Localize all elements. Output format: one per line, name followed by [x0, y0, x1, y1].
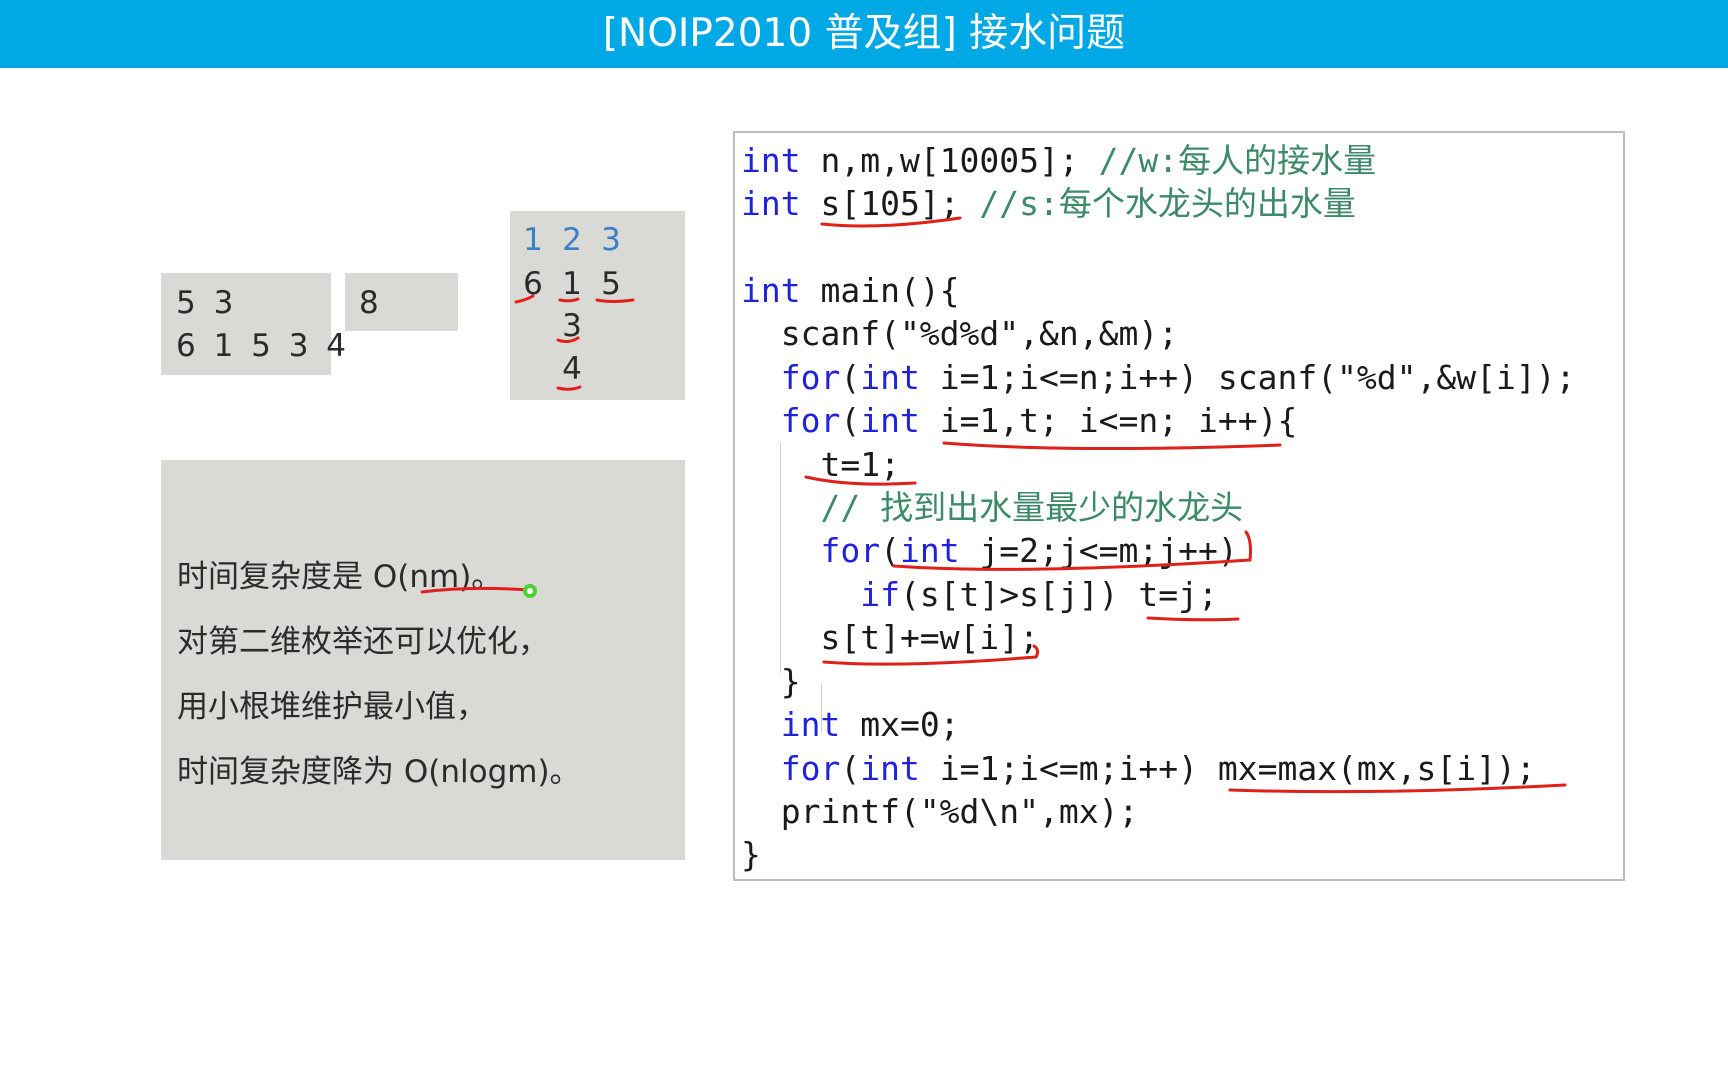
page-title: [NOIP2010 普及组] 接水问题 — [602, 11, 1126, 56]
code-panel: int n,m,w[10005]; //w:每人的接水量 int s[105];… — [733, 131, 1625, 881]
note-line-2: 对第二维枚举还可以优化， — [177, 624, 549, 660]
code-line-16: printf("%d\n",mx); — [741, 792, 1139, 831]
code-line-14: int mx=0; — [741, 705, 960, 744]
code-line-15: for(int i=1;i<=m;i++) mx=max(mx,s[i]); — [741, 749, 1536, 788]
tap-2-load-2: 3 — [562, 308, 582, 344]
code-line-2: int s[105]; //s:每个水龙头的出水量 — [741, 184, 1356, 223]
tap-header-1: 1 — [523, 222, 543, 258]
tap-header-3: 3 — [601, 222, 621, 258]
code-line-13: } — [741, 662, 801, 701]
tap-header-2: 2 — [562, 222, 582, 258]
note-line-1: 时间复杂度是 O(nm)。 — [177, 559, 503, 595]
note-line-4: 时间复杂度降为 O(nlogm)。 — [177, 754, 581, 790]
code-line-8: t=1; — [741, 445, 900, 484]
code-line-11: if(s[t]>s[j]) t=j; — [741, 575, 1218, 614]
sample-input-line-2: 6 1 5 3 4 — [176, 328, 351, 364]
note-line-3: 用小根堆维护最小值， — [177, 689, 487, 725]
tap-2-load: 1 — [562, 266, 582, 302]
tap-3-load: 5 — [601, 266, 621, 302]
tap-2-load-3: 4 — [562, 351, 582, 387]
title-bar: [NOIP2010 普及组] 接水问题 — [0, 0, 1728, 68]
code-line-17: } — [741, 835, 761, 874]
code-line-12: s[t]+=w[i]; — [741, 618, 1040, 657]
code-line-7: for(int i=1,t; i<=n; i++){ — [741, 401, 1298, 440]
sample-input-line-1: 5 3 — [176, 285, 238, 321]
code-line-5: scanf("%d%d",&n,&m); — [741, 314, 1179, 353]
code-line-4: int main(){ — [741, 271, 960, 310]
code-line-9-comment: // 找到出水量最少的水龙头 — [741, 488, 1244, 527]
sample-output-value: 8 — [359, 285, 383, 321]
tap-1-load: 6 — [523, 266, 543, 302]
code-line-10: for(int j=2;j<=m;j++) — [741, 531, 1238, 570]
code-line-6: for(int i=1;i<=n;i++) scanf("%d",&w[i]); — [741, 358, 1576, 397]
code-line-1: int n,m,w[10005]; //w:每人的接水量 — [741, 141, 1377, 180]
